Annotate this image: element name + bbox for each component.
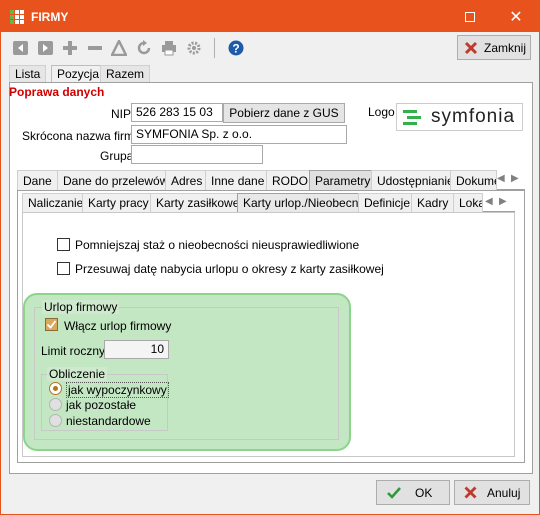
limit-roczny-label: Limit roczny [41, 344, 106, 358]
window: FIRMY ✕ ? Zamknij Lista Pozycja Razem Po… [0, 0, 540, 515]
logo-text: symfonia [431, 106, 516, 127]
group-label: Grupa [100, 149, 134, 163]
tab-kadry[interactable]: Kadry [411, 193, 455, 212]
pomniejszaj-checkbox[interactable] [57, 238, 70, 251]
gus-button[interactable]: Pobierz dane z GUS [223, 103, 345, 123]
wlacz-urlop-label: Włącz urlop firmowy [64, 319, 172, 333]
tab-dane-do-przelewow[interactable]: Dane do przelewów [57, 170, 175, 190]
label-niestandardowe: niestandardowe [66, 414, 151, 428]
tab-rodo[interactable]: RODO [266, 170, 314, 190]
ok-label: OK [415, 485, 433, 500]
subtabs-scroll-right-icon[interactable]: ▶ [499, 196, 507, 207]
tab-parametry[interactable]: Parametry [309, 170, 377, 190]
ok-button[interactable]: OK [376, 480, 450, 505]
przesuwaj-label: Przesuwaj datę nabycia urlopu o okresy z… [75, 262, 384, 276]
cancel-x-icon [464, 486, 477, 499]
refresh-icon[interactable] [136, 40, 152, 56]
tab-naliczanie[interactable]: Naliczanie [22, 193, 90, 212]
close-icon: ✕ [509, 8, 523, 26]
radio-niestandardowe[interactable] [49, 414, 62, 427]
help-icon[interactable]: ? [228, 40, 244, 56]
app-icon [10, 10, 24, 24]
short-name-field[interactable]: SYMFONIA Sp. z o.o. [131, 125, 347, 144]
svg-text:?: ? [232, 42, 239, 56]
prev-record-icon[interactable] [13, 40, 29, 56]
obliczenie-title: Obliczenie [47, 367, 108, 381]
tab-adres[interactable]: Adres [165, 170, 209, 190]
close-button-label: Zamknij [484, 40, 527, 55]
tab-lokale[interactable]: Loka [453, 193, 483, 212]
pomniejszaj-label: Pomniejszaj staż o nieobecności nieuspra… [75, 238, 360, 252]
add-icon[interactable] [62, 40, 78, 56]
checkmark-icon [46, 320, 57, 329]
print-icon[interactable] [161, 40, 177, 56]
nip-label: NIP [111, 107, 132, 121]
group-field[interactable] [131, 145, 263, 164]
logo-label: Logo [368, 105, 395, 119]
tab-karty-zasilkowe[interactable]: Karty zasiłkowe [150, 193, 246, 212]
tabs-scroll-left-icon[interactable]: ◀ [497, 173, 505, 184]
tab-lista[interactable]: Lista [9, 65, 47, 82]
remove-icon[interactable] [87, 40, 103, 56]
tab-definicje[interactable]: Definicje [358, 193, 417, 212]
tab-inne-dane[interactable]: Inne dane [205, 170, 271, 190]
company-logo: symfonia [396, 103, 523, 131]
cancel-label: Anuluj [487, 485, 521, 500]
tab-razem[interactable]: Razem [100, 65, 151, 82]
label-jak-pozostale: jak pozostałe [66, 398, 137, 412]
close-window-button[interactable]: ✕ [493, 1, 539, 32]
main-tabs: Dane Dane do przelewów Adres Inne dane R… [17, 170, 525, 190]
close-x-icon [464, 41, 478, 54]
ok-check-icon [387, 486, 401, 499]
tab-dane[interactable]: Dane [17, 170, 58, 190]
nip-field[interactable]: 526 283 15 03 [131, 103, 223, 122]
short-name-label: Skrócona nazwa firmy [22, 129, 141, 143]
subtabs-scroll-left-icon[interactable]: ◀ [485, 196, 493, 207]
window-title: FIRMY [31, 10, 69, 24]
tab-dokumenty[interactable]: Dokume [450, 170, 497, 190]
tab-pozycja[interactable]: Pozycja [51, 65, 106, 82]
tab-karty-pracy[interactable]: Karty pracy [82, 193, 155, 212]
wlacz-urlop-checkbox[interactable] [45, 318, 58, 331]
tab-udostepnianie[interactable]: Udostępnianie [371, 170, 460, 190]
maximize-icon [465, 11, 475, 22]
tab-karty-urlop[interactable]: Karty urlop./Nieobecn. [237, 193, 368, 212]
close-button[interactable]: Zamknij [457, 35, 531, 60]
label-jak-wypoczynkowy: jak wypoczynkowy [66, 382, 169, 398]
next-record-icon[interactable] [38, 40, 54, 56]
urlop-firmowy-title: Urlop firmowy [42, 300, 120, 314]
symfonia-logo-icon [403, 110, 421, 125]
cancel-button[interactable]: Anuluj [454, 480, 530, 505]
settings-icon[interactable] [186, 40, 202, 56]
panel-title: Poprawa danych [9, 85, 105, 99]
tabs-scroll-right-icon[interactable]: ▶ [511, 173, 519, 184]
przesuwaj-checkbox[interactable] [57, 262, 70, 275]
title-bar: FIRMY ✕ [1, 1, 539, 32]
radio-jak-pozostale[interactable] [49, 398, 62, 411]
radio-jak-wypoczynkowy[interactable] [49, 382, 62, 395]
toolbar-separator [214, 38, 215, 58]
maximize-button[interactable] [447, 1, 493, 32]
edit-icon[interactable] [111, 40, 127, 56]
sub-tabs: Naliczanie Karty pracy Karty zasiłkowe K… [22, 193, 515, 212]
limit-roczny-field[interactable]: 10 [104, 340, 169, 359]
